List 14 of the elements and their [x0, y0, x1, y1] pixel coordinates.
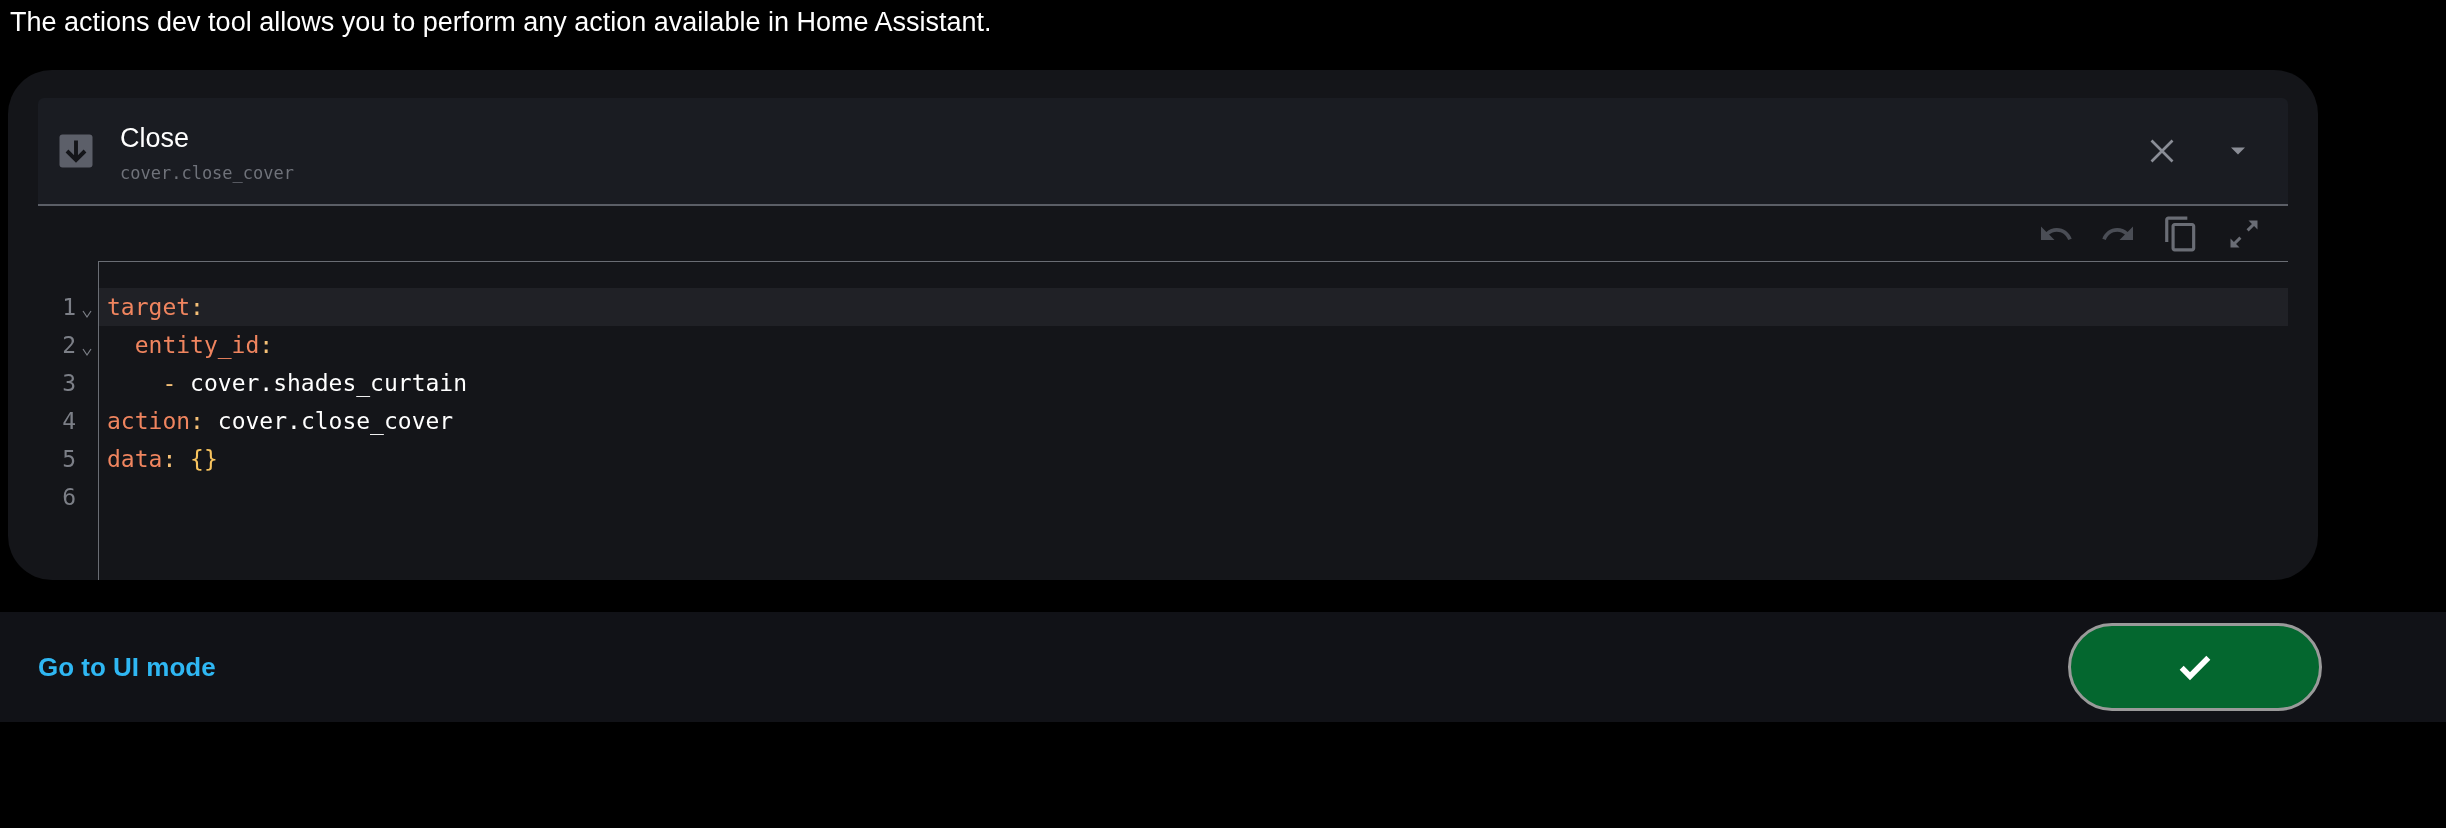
- line-number: 6: [62, 483, 76, 512]
- fold-chevron-icon[interactable]: [82, 309, 92, 319]
- intro-text: The actions dev tool allows you to perform any action available in Home Assistant.: [9, 6, 992, 39]
- line-number: 3: [62, 369, 76, 398]
- action-id: cover.close_cover: [120, 162, 294, 185]
- line-number: 4: [62, 407, 76, 436]
- ui-mode-link[interactable]: Go to UI mode: [38, 647, 216, 687]
- action-title: Close: [120, 122, 191, 155]
- line-number: 5: [62, 445, 76, 474]
- line-number: 1: [62, 293, 76, 322]
- code-editor[interactable]: 1 2 3 4 5 6 target: entity_id: - cover.shades_curtain action: cover.close_cover data: {}: [38, 262, 2288, 580]
- fold-chevron-icon[interactable]: [82, 347, 92, 357]
- line-number: 2: [62, 331, 76, 360]
- action-header[interactable]: Close cover.close_cover: [38, 98, 2288, 206]
